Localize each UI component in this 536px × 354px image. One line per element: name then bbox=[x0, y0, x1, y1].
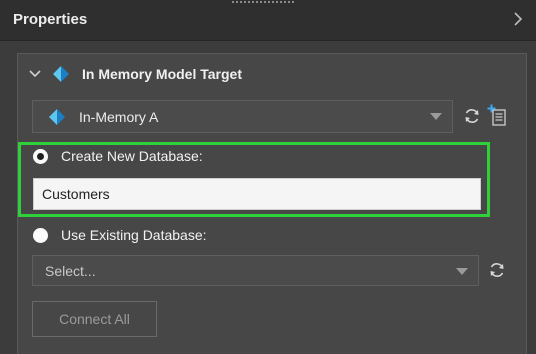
create-new-database-label: Create New Database: bbox=[61, 148, 203, 164]
in-memory-model-icon bbox=[53, 66, 69, 82]
create-new-database-option[interactable]: Create New Database: bbox=[33, 148, 203, 164]
panel-title: Properties bbox=[13, 11, 88, 28]
dropdown-arrow-icon bbox=[456, 268, 468, 275]
section-header[interactable]: In Memory Model Target bbox=[28, 62, 242, 86]
add-model-icon bbox=[487, 104, 506, 126]
use-existing-database-radio[interactable] bbox=[33, 227, 48, 243]
properties-header: Properties bbox=[0, 0, 536, 41]
dropdown-arrow-icon bbox=[430, 113, 442, 120]
chevron-down-icon[interactable] bbox=[28, 67, 42, 81]
model-target-dropdown[interactable]: In-Memory A bbox=[32, 100, 453, 133]
collapse-panel-button[interactable] bbox=[508, 9, 528, 29]
use-existing-database-label: Use Existing Database: bbox=[61, 227, 207, 243]
existing-database-dropdown[interactable]: Select... bbox=[32, 255, 479, 286]
add-model-button[interactable] bbox=[486, 104, 508, 126]
selected-model-target: In-Memory A bbox=[79, 109, 159, 125]
existing-database-placeholder: Select... bbox=[45, 263, 96, 279]
in-memory-model-icon bbox=[49, 109, 65, 125]
refresh-icon bbox=[465, 109, 479, 123]
refresh-databases-button[interactable] bbox=[486, 259, 508, 281]
new-database-name-input[interactable] bbox=[33, 178, 481, 210]
radio-selected-dot bbox=[37, 152, 44, 160]
chevron-right-icon bbox=[514, 12, 523, 26]
refresh-icon bbox=[490, 263, 504, 277]
use-existing-database-option[interactable]: Use Existing Database: bbox=[33, 227, 207, 243]
section-title: In Memory Model Target bbox=[82, 66, 242, 82]
connect-all-button[interactable]: Connect All bbox=[32, 301, 157, 337]
panel-drag-handle[interactable] bbox=[232, 1, 294, 3]
create-new-database-radio[interactable] bbox=[33, 148, 48, 164]
refresh-button[interactable] bbox=[461, 105, 483, 127]
